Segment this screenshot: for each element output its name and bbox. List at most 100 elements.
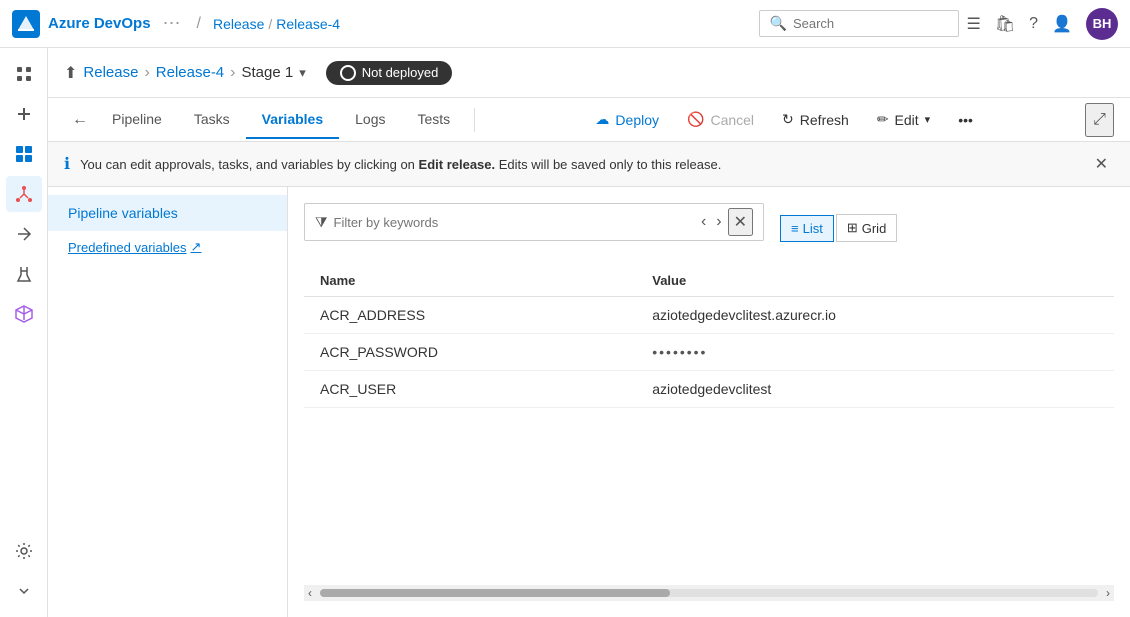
filter-bar[interactable]: ⧩ ‹ › ✕ bbox=[304, 203, 764, 241]
search-input[interactable] bbox=[793, 16, 948, 31]
list-icon[interactable]: ☰ bbox=[967, 14, 981, 34]
filter-nav: ‹ › ✕ bbox=[697, 208, 753, 236]
logo[interactable]: Azure DevOps bbox=[12, 10, 151, 38]
tab-pipeline[interactable]: Pipeline bbox=[96, 101, 178, 139]
sidebar-item-boards[interactable] bbox=[6, 136, 42, 172]
sidebar-item-artifacts[interactable] bbox=[6, 296, 42, 332]
release-title: ⬆ Release › Release-4 › Stage 1 ▾ bbox=[64, 63, 306, 83]
topbar-slash-1: / bbox=[197, 15, 201, 33]
content-area: ⬆ Release › Release-4 › Stage 1 ▾ Not de… bbox=[48, 48, 1130, 617]
azure-devops-logo-icon bbox=[12, 10, 40, 38]
var-table: Name Value ACR_ADDRESSaziotedgedevclites… bbox=[304, 265, 1114, 585]
var-value-cell: •••••••• bbox=[636, 334, 1114, 371]
view-toggle: ≡ List ⊞ Grid bbox=[780, 214, 897, 242]
account-icon[interactable]: 👤 bbox=[1052, 14, 1072, 34]
release-icon: ⬆ bbox=[64, 63, 77, 83]
sidebar-item-test[interactable] bbox=[6, 256, 42, 292]
deploy-icon: ☁ bbox=[595, 111, 609, 128]
col-header-value: Value bbox=[636, 265, 1114, 297]
edit-button[interactable]: ✏ Edit ▾ bbox=[865, 105, 942, 134]
var-sidebar-predefined[interactable]: Predefined variables ↗ bbox=[48, 231, 287, 263]
var-name-cell: ACR_USER bbox=[304, 371, 636, 408]
grid-icon: ⊞ bbox=[847, 220, 858, 236]
breadcrumb-release[interactable]: Release bbox=[213, 16, 264, 32]
scroll-track[interactable] bbox=[320, 589, 1098, 597]
search-icon: 🔍 bbox=[770, 15, 787, 32]
scroll-right-arrow[interactable]: › bbox=[1102, 586, 1114, 600]
table-row[interactable]: ACR_USERaziotedgedevclitest bbox=[304, 371, 1114, 408]
breadcrumb-release4[interactable]: Release-4 bbox=[276, 16, 340, 32]
tab-logs[interactable]: Logs bbox=[339, 101, 401, 139]
tabbar: ← Pipeline Tasks Variables Logs Tests ☁ … bbox=[48, 98, 1130, 142]
filter-prev-button[interactable]: ‹ bbox=[697, 211, 710, 233]
scroll-left-arrow[interactable]: ‹ bbox=[304, 586, 316, 600]
horizontal-scrollbar[interactable]: ‹ › bbox=[304, 585, 1114, 601]
release-label[interactable]: Release bbox=[83, 64, 138, 81]
expand-button[interactable]: ⤢ bbox=[1085, 103, 1114, 137]
app-title: Azure DevOps bbox=[48, 15, 151, 32]
filter-input[interactable] bbox=[334, 215, 691, 230]
deploy-button[interactable]: ☁ Deploy bbox=[583, 105, 671, 134]
sidebar-item-expand[interactable] bbox=[6, 573, 42, 609]
topbar: Azure DevOps ⋯ / Release / Release-4 🔍 ☰… bbox=[0, 0, 1130, 48]
stage-dropdown-icon[interactable]: ▾ bbox=[299, 65, 306, 81]
info-close-button[interactable]: ✕ bbox=[1089, 152, 1114, 176]
filter-clear-button[interactable]: ✕ bbox=[728, 208, 753, 236]
var-sidebar-pipeline[interactable]: Pipeline variables bbox=[48, 195, 287, 231]
breadcrumb-sep-1: / bbox=[268, 16, 272, 32]
sidebar bbox=[0, 48, 48, 617]
tab-divider bbox=[474, 108, 475, 132]
filter-icon: ⧩ bbox=[315, 214, 328, 231]
edit-icon: ✏ bbox=[877, 111, 889, 128]
breadcrumb: Release / Release-4 bbox=[213, 16, 340, 32]
external-link-icon: ↗ bbox=[191, 239, 202, 255]
sidebar-item-settings[interactable] bbox=[6, 533, 42, 569]
scroll-thumb[interactable] bbox=[320, 589, 670, 597]
main-layout: ⬆ Release › Release-4 › Stage 1 ▾ Not de… bbox=[0, 48, 1130, 617]
info-link[interactable]: Edit release. bbox=[419, 157, 496, 172]
list-view-button[interactable]: ≡ List bbox=[780, 215, 834, 242]
topbar-divider-1: ⋯ bbox=[163, 13, 181, 34]
sidebar-item-home[interactable] bbox=[6, 56, 42, 92]
var-name-cell: ACR_ADDRESS bbox=[304, 297, 636, 334]
user-avatar[interactable]: BH bbox=[1086, 8, 1118, 40]
var-name-cell: ACR_PASSWORD bbox=[304, 334, 636, 371]
cart-icon[interactable]: 🛍 bbox=[995, 14, 1015, 34]
refresh-button[interactable]: ↻ Refresh bbox=[770, 105, 861, 134]
cancel-button[interactable]: 🚫 Cancel bbox=[675, 105, 766, 134]
var-value-cell: aziotedgedevclitest bbox=[636, 371, 1114, 408]
not-deployed-label: Not deployed bbox=[362, 65, 439, 80]
search-box[interactable]: 🔍 bbox=[759, 10, 959, 37]
not-deployed-button[interactable]: Not deployed bbox=[326, 61, 453, 85]
release4-label[interactable]: Release-4 bbox=[156, 64, 224, 81]
edit-chevron-icon: ▾ bbox=[925, 113, 931, 126]
tab-tests[interactable]: Tests bbox=[401, 101, 466, 139]
list-icon: ≡ bbox=[791, 221, 799, 236]
cancel-icon: 🚫 bbox=[687, 111, 704, 128]
var-sidebar: Pipeline variables Predefined variables … bbox=[48, 187, 288, 617]
info-text: You can edit approvals, tasks, and varia… bbox=[80, 157, 1079, 172]
more-button[interactable]: ••• bbox=[946, 106, 985, 134]
tab-variables[interactable]: Variables bbox=[246, 101, 340, 139]
refresh-icon: ↻ bbox=[782, 111, 794, 128]
info-icon: ℹ bbox=[64, 154, 70, 174]
breadcrumb-chevron-1: › bbox=[144, 64, 149, 82]
info-bar: ℹ You can edit approvals, tasks, and var… bbox=[48, 142, 1130, 187]
table-row[interactable]: ACR_ADDRESSaziotedgedevclitest.azurecr.i… bbox=[304, 297, 1114, 334]
var-table-area: ⧩ ‹ › ✕ ≡ List ⊞ bbox=[288, 187, 1130, 617]
table-row[interactable]: ACR_PASSWORD•••••••• bbox=[304, 334, 1114, 371]
col-header-name: Name bbox=[304, 265, 636, 297]
sidebar-item-pipelines[interactable] bbox=[6, 216, 42, 252]
help-icon[interactable]: ? bbox=[1029, 15, 1038, 33]
topbar-icons: ☰ 🛍 ? 👤 BH bbox=[967, 8, 1118, 40]
sidebar-item-add[interactable] bbox=[6, 96, 42, 132]
grid-view-button[interactable]: ⊞ Grid bbox=[836, 214, 897, 242]
tab-tasks[interactable]: Tasks bbox=[178, 101, 246, 139]
variables-panel: Pipeline variables Predefined variables … bbox=[48, 187, 1130, 617]
breadcrumb-chevron-2: › bbox=[230, 64, 235, 82]
back-button[interactable]: ← bbox=[64, 101, 96, 139]
filter-next-button[interactable]: › bbox=[712, 211, 725, 233]
sidebar-item-repos[interactable] bbox=[6, 176, 42, 212]
tabbar-actions: ☁ Deploy 🚫 Cancel ↻ Refresh ✏ Edit ▾ bbox=[583, 105, 985, 134]
toolbar: ⬆ Release › Release-4 › Stage 1 ▾ Not de… bbox=[48, 48, 1130, 98]
